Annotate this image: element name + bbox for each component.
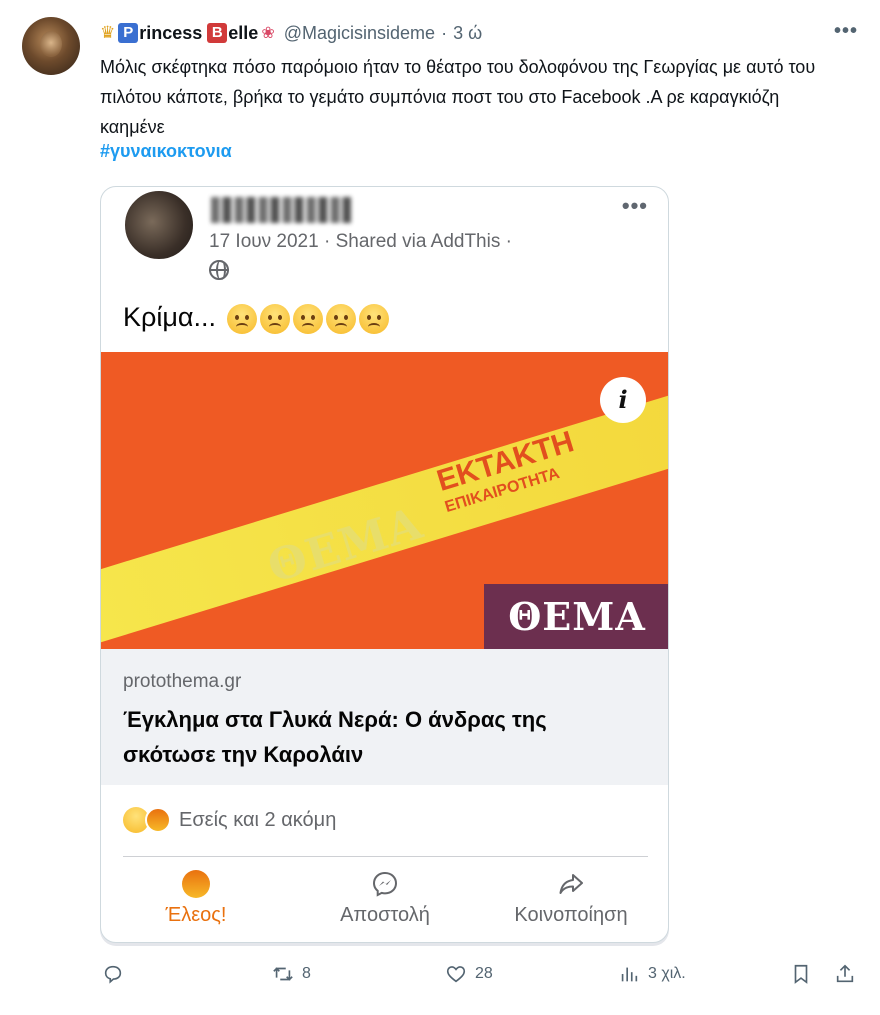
retweet-count: 8 bbox=[302, 965, 311, 982]
letter-p-badge: P bbox=[118, 23, 139, 43]
user-avatar[interactable] bbox=[22, 17, 80, 75]
crown-emoji-icon: ♛ bbox=[100, 23, 116, 42]
bookmark-icon bbox=[794, 964, 808, 984]
link-preview-box: protothema.gr Έγκλημα στα Γλυκά Νερά: Ο … bbox=[101, 649, 668, 785]
sad-emoji-icon bbox=[358, 303, 389, 334]
tweet-header: ♛ P rincess B elle ❀ @Magicisinsideme · … bbox=[100, 20, 482, 46]
angry-reaction-icon bbox=[145, 807, 171, 833]
fb-reaction-label: Έλεος! bbox=[165, 904, 227, 926]
fb-profile-avatar bbox=[123, 189, 195, 261]
sad-emoji-icon bbox=[259, 303, 290, 334]
fb-reactions-summary: Εσείς και 2 ακόμη bbox=[123, 807, 336, 833]
blurred-profile-name bbox=[211, 197, 351, 223]
tweet-text: Μόλις σκέφτηκα πόσο παρόμοιο ήταν το θέα… bbox=[100, 57, 816, 137]
reply-icon bbox=[104, 965, 122, 984]
retweet-icon bbox=[273, 967, 293, 981]
fb-send-button: Αποστολή bbox=[305, 870, 465, 927]
user-handle[interactable]: @Magicisinsideme bbox=[284, 23, 435, 44]
views-button[interactable]: 3 χιλ. bbox=[618, 963, 686, 985]
tweet-action-bar: 8 28 3 χιλ. bbox=[100, 963, 860, 993]
display-name-part2[interactable]: elle bbox=[228, 23, 258, 44]
fb-share-label: Κοινοποίηση bbox=[514, 904, 628, 926]
fb-reaction-button: Έλεος! bbox=[116, 870, 276, 927]
heart-icon bbox=[446, 966, 466, 983]
more-options-icon[interactable]: ••• bbox=[834, 20, 858, 43]
brand-logo-box: ΘΕΜΑ bbox=[484, 584, 668, 649]
globe-icon bbox=[209, 260, 229, 280]
share-upload-icon bbox=[836, 964, 854, 983]
display-name-part1[interactable]: rincess bbox=[139, 23, 202, 44]
sad-emoji-icon bbox=[325, 303, 356, 334]
fb-share-button: Κοινοποίηση bbox=[491, 870, 651, 927]
fb-post-text-content: Κρίμα... bbox=[123, 302, 217, 332]
link-domain: protothema.gr bbox=[123, 671, 242, 692]
reply-button[interactable] bbox=[102, 963, 124, 985]
share-arrow-icon bbox=[559, 874, 583, 894]
angry-face-icon bbox=[182, 870, 210, 898]
retweet-button[interactable]: 8 bbox=[272, 963, 311, 985]
bookmark-button[interactable] bbox=[790, 963, 812, 985]
messenger-icon bbox=[372, 871, 398, 897]
fb-divider bbox=[123, 856, 648, 857]
fb-more-icon: ••• bbox=[621, 193, 648, 218]
letter-b-badge: B bbox=[207, 23, 228, 43]
like-button[interactable]: 28 bbox=[445, 963, 493, 985]
sad-emoji-icon bbox=[292, 303, 323, 334]
link-preview-banner: ΘΕΜΑ ΕΚΤΑΚΤΗ ΕΠΙΚΑΙΡΟΤΗΤΑ i ΘΕΜΑ bbox=[101, 352, 668, 649]
views-count: 3 χιλ. bbox=[648, 965, 686, 982]
fb-post-meta: 17 Ιουν 2021 · Shared via AddThis · bbox=[209, 231, 512, 252]
link-title: Έγκλημα στα Γλυκά Νερά: Ο άνδρας της σκό… bbox=[123, 707, 547, 767]
hashtag-link[interactable]: #γυναικοκτονια bbox=[100, 141, 232, 162]
fb-send-label: Αποστολή bbox=[340, 904, 430, 926]
embedded-facebook-screenshot[interactable]: ••• 17 Ιουν 2021 · Shared via AddThis · … bbox=[100, 186, 669, 943]
tulip-emoji-icon: ❀ bbox=[261, 25, 275, 42]
fb-post-text: Κρίμα... bbox=[123, 302, 389, 334]
share-button[interactable] bbox=[834, 963, 856, 985]
like-count: 28 bbox=[475, 965, 493, 982]
tweet-time[interactable]: 3 ώ bbox=[453, 23, 482, 44]
info-icon: i bbox=[600, 377, 646, 423]
sad-emoji-icon bbox=[226, 303, 257, 334]
reactions-text: Εσείς και 2 ακόμη bbox=[179, 808, 337, 831]
views-bar-chart-icon bbox=[621, 967, 638, 982]
separator-dot: · bbox=[441, 22, 448, 43]
